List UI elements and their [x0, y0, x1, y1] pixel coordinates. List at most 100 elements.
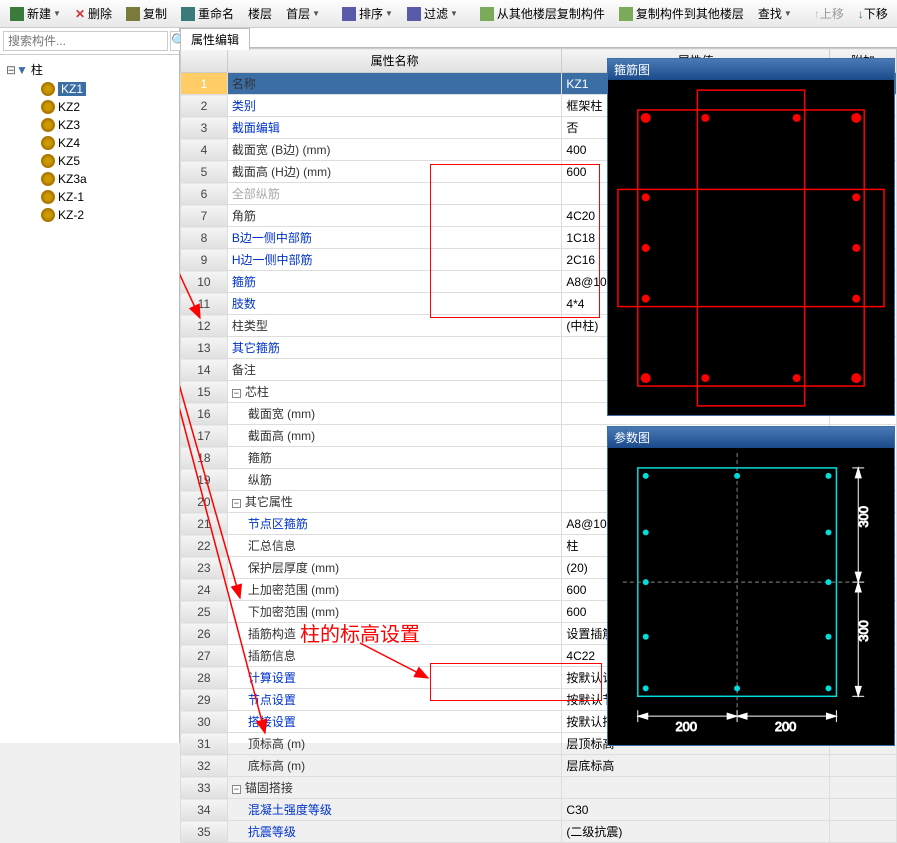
property-name-cell[interactable]: 保护层厚度 (mm)	[227, 557, 562, 579]
property-name-cell[interactable]: 全部纵筋	[227, 183, 562, 205]
gear-icon	[41, 154, 55, 168]
table-row[interactable]: 32底标高 (m)层底标高	[181, 755, 897, 777]
floor-label: 楼层	[242, 3, 278, 24]
property-name-cell[interactable]: 其它箍筋	[227, 337, 562, 359]
property-name-cell[interactable]: 截面宽 (B边) (mm)	[227, 139, 562, 161]
copy-from-floor-button[interactable]: 从其他楼层复制构件	[474, 3, 611, 24]
row-number: 27	[181, 645, 228, 667]
attach-cell[interactable]	[830, 799, 897, 821]
property-name-cell[interactable]: 柱类型	[227, 315, 562, 337]
property-name-cell[interactable]: 顶标高 (m)	[227, 733, 562, 755]
property-name-cell[interactable]: 截面宽 (mm)	[227, 403, 562, 425]
stirrup-diagram[interactable]: 箍筋图	[607, 58, 895, 416]
table-row[interactable]: 34混凝土强度等级C30	[181, 799, 897, 821]
row-number: 23	[181, 557, 228, 579]
search-input[interactable]	[3, 31, 168, 51]
tree-item-label: KZ5	[58, 154, 80, 168]
property-name-cell[interactable]: −芯柱	[227, 381, 562, 403]
property-name-cell[interactable]: B边一侧中部筋	[227, 227, 562, 249]
sort-button[interactable]: 排序▼	[336, 3, 399, 24]
property-name-cell[interactable]: 节点区箍筋	[227, 513, 562, 535]
property-name-cell[interactable]: 名称	[227, 73, 562, 95]
tree-collapse-icon[interactable]: ⊟	[6, 63, 16, 77]
tree-item[interactable]: KZ1	[4, 80, 175, 98]
row-number: 22	[181, 535, 228, 557]
row-number: 16	[181, 403, 228, 425]
row-number: 13	[181, 337, 228, 359]
tree-item-label: KZ4	[58, 136, 80, 150]
property-name-cell[interactable]: −其它属性	[227, 491, 562, 513]
row-number: 14	[181, 359, 228, 381]
property-name-cell[interactable]: 插筋信息	[227, 645, 562, 667]
row-number: 34	[181, 799, 228, 821]
table-row[interactable]: 35抗震等级(二级抗震)	[181, 821, 897, 843]
new-button[interactable]: 新建▼	[4, 3, 67, 24]
tree-root-label[interactable]: 柱	[31, 61, 43, 78]
property-name-cell[interactable]: 截面高 (mm)	[227, 425, 562, 447]
rename-button[interactable]: 重命名	[175, 3, 240, 24]
row-number: 8	[181, 227, 228, 249]
filter-button[interactable]: 过滤▼	[401, 3, 464, 24]
property-name-cell[interactable]: 上加密范围 (mm)	[227, 579, 562, 601]
row-number: 21	[181, 513, 228, 535]
property-name-cell[interactable]: 截面编辑	[227, 117, 562, 139]
attach-cell[interactable]	[830, 821, 897, 843]
property-name-cell[interactable]: 汇总信息	[227, 535, 562, 557]
attach-cell[interactable]	[830, 755, 897, 777]
tree-item[interactable]: KZ-1	[4, 188, 175, 206]
attach-cell[interactable]	[830, 777, 897, 799]
collapse-icon[interactable]: −	[232, 389, 241, 398]
property-name-cell[interactable]: 节点设置	[227, 689, 562, 711]
first-floor-select[interactable]: 首层▼	[280, 3, 326, 24]
tree-item[interactable]: KZ2	[4, 98, 175, 116]
collapse-icon[interactable]: −	[232, 785, 241, 794]
find-button[interactable]: 查找▼	[752, 3, 798, 24]
move-down-button[interactable]: ↓下移	[852, 3, 894, 24]
row-number: 28	[181, 667, 228, 689]
row-number: 15	[181, 381, 228, 403]
row-number: 19	[181, 469, 228, 491]
property-name-cell[interactable]: 备注	[227, 359, 562, 381]
tree-item-label: KZ2	[58, 100, 80, 114]
row-number: 30	[181, 711, 228, 733]
tab-property-edit[interactable]: 属性编辑	[180, 28, 250, 50]
row-number: 29	[181, 689, 228, 711]
property-name-cell[interactable]: H边一侧中部筋	[227, 249, 562, 271]
tree-item[interactable]: KZ4	[4, 134, 175, 152]
property-name-cell[interactable]: 类别	[227, 95, 562, 117]
property-name-cell[interactable]: −锚固搭接	[227, 777, 562, 799]
property-name-cell[interactable]: 底标高 (m)	[227, 755, 562, 777]
row-number: 7	[181, 205, 228, 227]
copy-button[interactable]: 复制	[120, 3, 173, 24]
tree-item[interactable]: KZ3	[4, 116, 175, 134]
collapse-icon[interactable]: −	[232, 499, 241, 508]
tree-item-label: KZ-1	[58, 190, 84, 204]
property-name-cell[interactable]: 箍筋	[227, 447, 562, 469]
delete-button[interactable]: ✕删除	[69, 3, 118, 24]
table-row[interactable]: 33−锚固搭接	[181, 777, 897, 799]
row-number: 4	[181, 139, 228, 161]
property-name-cell[interactable]: 肢数	[227, 293, 562, 315]
parameter-diagram[interactable]: 参数图 200200	[607, 426, 895, 746]
property-name-cell[interactable]: 计算设置	[227, 667, 562, 689]
copy-to-floor-button[interactable]: 复制构件到其他楼层	[613, 3, 750, 24]
property-name-cell[interactable]: 纵筋	[227, 469, 562, 491]
tree-item[interactable]: KZ-2	[4, 206, 175, 224]
property-value-cell[interactable]	[562, 777, 830, 799]
property-value-cell[interactable]: (二级抗震)	[562, 821, 830, 843]
col-header-name[interactable]: 属性名称	[227, 49, 562, 73]
property-value-cell[interactable]: 层底标高	[562, 755, 830, 777]
tree-item-label: KZ-2	[58, 208, 84, 222]
property-name-cell[interactable]: 截面高 (H边) (mm)	[227, 161, 562, 183]
property-name-cell[interactable]: 抗震等级	[227, 821, 562, 843]
move-up-button[interactable]: ↑上移	[808, 3, 850, 24]
property-name-cell[interactable]: 搭接设置	[227, 711, 562, 733]
tree-item[interactable]: KZ3a	[4, 170, 175, 188]
property-name-cell[interactable]: 箍筋	[227, 271, 562, 293]
property-name-cell[interactable]: 角筋	[227, 205, 562, 227]
property-name-cell[interactable]: 混凝土强度等级	[227, 799, 562, 821]
tree-item[interactable]: KZ5	[4, 152, 175, 170]
property-value-cell[interactable]: C30	[562, 799, 830, 821]
gear-icon	[41, 172, 55, 186]
component-tree[interactable]: ⊟ ▼ 柱 KZ1KZ2KZ3KZ4KZ5KZ3aKZ-1KZ-2	[0, 55, 179, 228]
